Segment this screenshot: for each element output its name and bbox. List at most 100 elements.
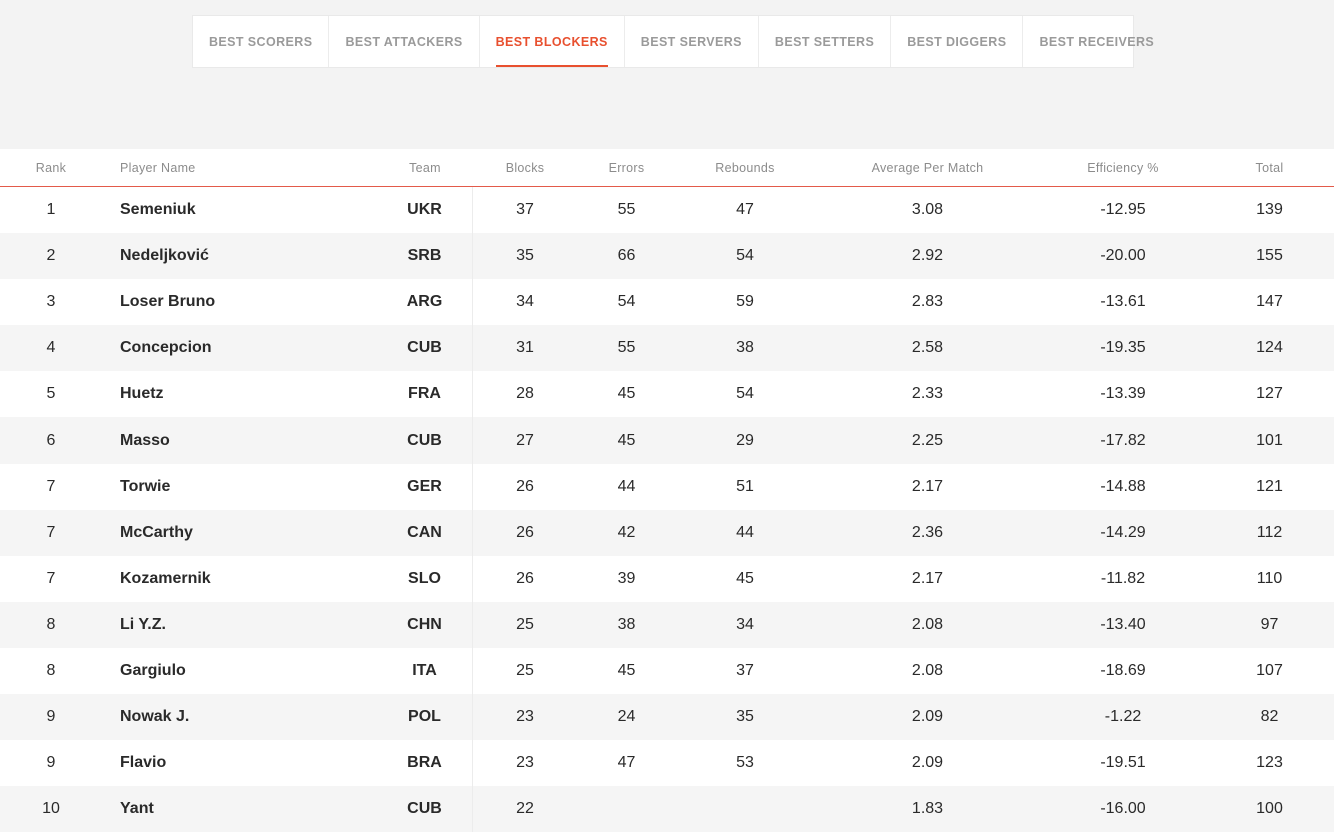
player-name-cell[interactable]: Nowak J. [102,694,377,740]
rebounds-cell: 38 [736,339,754,357]
efficiency-cell: -20.00 [1100,247,1146,265]
tab-best-servers[interactable]: BEST SERVERS [625,16,759,67]
player-name-cell[interactable]: Masso [102,417,377,463]
rank-cell: 8 [46,615,56,633]
table-row[interactable]: 4 Concepcion CUB 31 55 38 2.58 -19.35 124 [0,325,1334,372]
header-errors[interactable]: Errors [577,149,676,186]
blocks-cell: 27 [516,431,534,449]
blocks-cell: 26 [516,523,534,541]
table-row[interactable]: 9 Flavio BRA 23 47 53 2.09 -19.51 123 [0,740,1334,787]
errors-cell: 66 [617,247,636,265]
efficiency-cell: -16.00 [1100,800,1146,818]
rank-cell: 7 [46,523,56,541]
player-name-cell[interactable]: Yant [102,786,377,832]
tab-best-blockers[interactable]: BEST BLOCKERS [480,16,625,67]
player-name-cell[interactable]: Loser Bruno [102,279,377,325]
errors-cell: 44 [617,477,636,495]
team-cell: GER [377,463,473,510]
table-body: 1 Semeniuk UKR 37 55 47 3.08 -12.95 139 2 Nedeljko… [0,187,1334,833]
rank-cell: 4 [46,339,56,357]
table-row[interactable]: 7 Torwie GER 26 44 51 2.17 -14.88 121 [0,463,1334,510]
blocks-cell: 35 [516,247,534,265]
blocks-cell: 23 [516,754,534,772]
rebounds-cell: 59 [736,293,754,311]
header-blocks[interactable]: Blocks [473,149,577,186]
total-cell: 127 [1256,385,1283,403]
errors-cell: 55 [617,339,636,357]
average-per-match-cell: 2.09 [911,754,944,772]
total-cell: 123 [1256,754,1283,772]
rank-cell: 6 [46,431,56,449]
player-name-cell[interactable]: McCarthy [102,510,377,556]
blocks-cell: 23 [516,708,534,726]
rebounds-cell: 53 [736,754,754,772]
player-name-cell[interactable]: Huetz [102,371,377,417]
table-row[interactable]: 10 Yant CUB 22 1.83 -16.00 100 [0,786,1334,833]
tab-label: BEST BLOCKERS [495,34,608,49]
stats-category-tabs: BEST SCORERS BEST ATTACKERS BEST BLOCKERS B… [192,15,1154,68]
team-cell: CAN [377,509,473,556]
player-name-cell[interactable]: Kozamernik [102,556,377,602]
player-name-cell[interactable]: Gargiulo [102,648,377,694]
total-cell: 101 [1256,431,1283,449]
average-per-match-cell: 2.08 [911,615,944,633]
header-rank[interactable]: Rank [0,149,102,186]
header-total[interactable]: Total [1205,149,1334,186]
team-cell: ARG [377,279,473,326]
average-per-match-cell: 2.17 [911,569,944,587]
total-cell: 110 [1256,569,1283,587]
header-efficiency[interactable]: Efficiency % [1041,149,1205,186]
player-name-cell[interactable]: Flavio [102,740,377,786]
table-row[interactable]: 3 Loser Bruno ARG 34 54 59 2.83 -13.61 147 [0,279,1334,326]
player-name-cell[interactable]: Semeniuk [102,187,377,233]
efficiency-cell: -19.51 [1100,754,1146,772]
blocks-cell: 26 [516,477,534,495]
rebounds-cell: 45 [736,569,754,587]
player-name-cell[interactable]: Nedeljković [102,233,377,279]
errors-cell: 54 [617,293,636,311]
errors-cell: 42 [617,523,636,541]
efficiency-cell: -13.40 [1100,615,1146,633]
table-row[interactable]: 5 Huetz FRA 28 45 54 2.33 -13.39 127 [0,371,1334,418]
table-row[interactable]: 8 Gargiulo ITA 25 45 37 2.08 -18.69 107 [0,647,1334,695]
header-player-name[interactable]: Player Name [102,149,377,186]
efficiency-cell: -17.82 [1100,431,1146,449]
tab-best-receivers[interactable]: BEST RECEIVERS [1023,16,1170,67]
table-row[interactable]: 6 Masso CUB 27 45 29 2.25 -17.82 101 [0,417,1334,464]
average-per-match-cell: 2.83 [911,293,944,311]
tab-best-diggers[interactable]: BEST DIGGERS [891,16,1024,67]
rebounds-cell: 35 [736,708,754,726]
errors-cell: 39 [617,569,636,587]
average-per-match-cell: 1.83 [911,800,944,818]
table-row[interactable]: 1 Semeniuk UKR 37 55 47 3.08 -12.95 139 [0,187,1334,234]
blocks-cell: 26 [516,569,534,587]
total-cell: 82 [1260,708,1279,726]
leaderboard-table: Rank Player Name Team Blocks Errors Rebo… [0,149,1334,834]
tab-best-scorers[interactable]: BEST SCORERS [193,16,330,67]
team-cell: CUB [377,417,473,464]
rebounds-cell: 54 [736,247,754,265]
table-row[interactable]: 8 Li Y.Z. CHN 25 38 34 2.08 -13.40 97 [0,601,1334,648]
player-name-cell[interactable]: Torwie [102,464,377,510]
rebounds-cell: 54 [736,385,754,403]
table-header: Rank Player Name Team Blocks Errors Rebo… [0,149,1334,187]
blocks-cell: 25 [516,661,534,679]
tab-label: BEST SCORERS [209,34,313,49]
total-cell: 112 [1256,523,1283,541]
player-name-cell[interactable]: Li Y.Z. [102,602,377,648]
errors-cell [577,786,676,832]
header-average-per-match[interactable]: Average Per Match [814,149,1041,186]
table-row[interactable]: 2 Nedeljković SRB 35 66 54 2.92 -20.00 155 [0,233,1334,280]
tab-best-setters[interactable]: BEST SETTERS [759,16,892,67]
table-row[interactable]: 7 Kozamernik SLO 26 39 45 2.17 -11.82 110 [0,555,1334,602]
table-row[interactable]: 9 Nowak J. POL 23 24 35 2.09 -1.22 82 [0,694,1334,741]
rebounds-cell [676,786,814,832]
header-team[interactable]: Team [377,149,473,186]
header-rebounds[interactable]: Rebounds [676,149,814,186]
table-row[interactable]: 7 McCarthy CAN 26 42 44 2.36 -14.29 112 [0,509,1334,556]
rank-cell: 3 [46,293,56,311]
tab-best-attackers[interactable]: BEST ATTACKERS [329,16,480,67]
total-cell: 121 [1256,477,1283,495]
player-name-cell[interactable]: Concepcion [102,325,377,371]
tab-label: BEST ATTACKERS [345,34,463,49]
